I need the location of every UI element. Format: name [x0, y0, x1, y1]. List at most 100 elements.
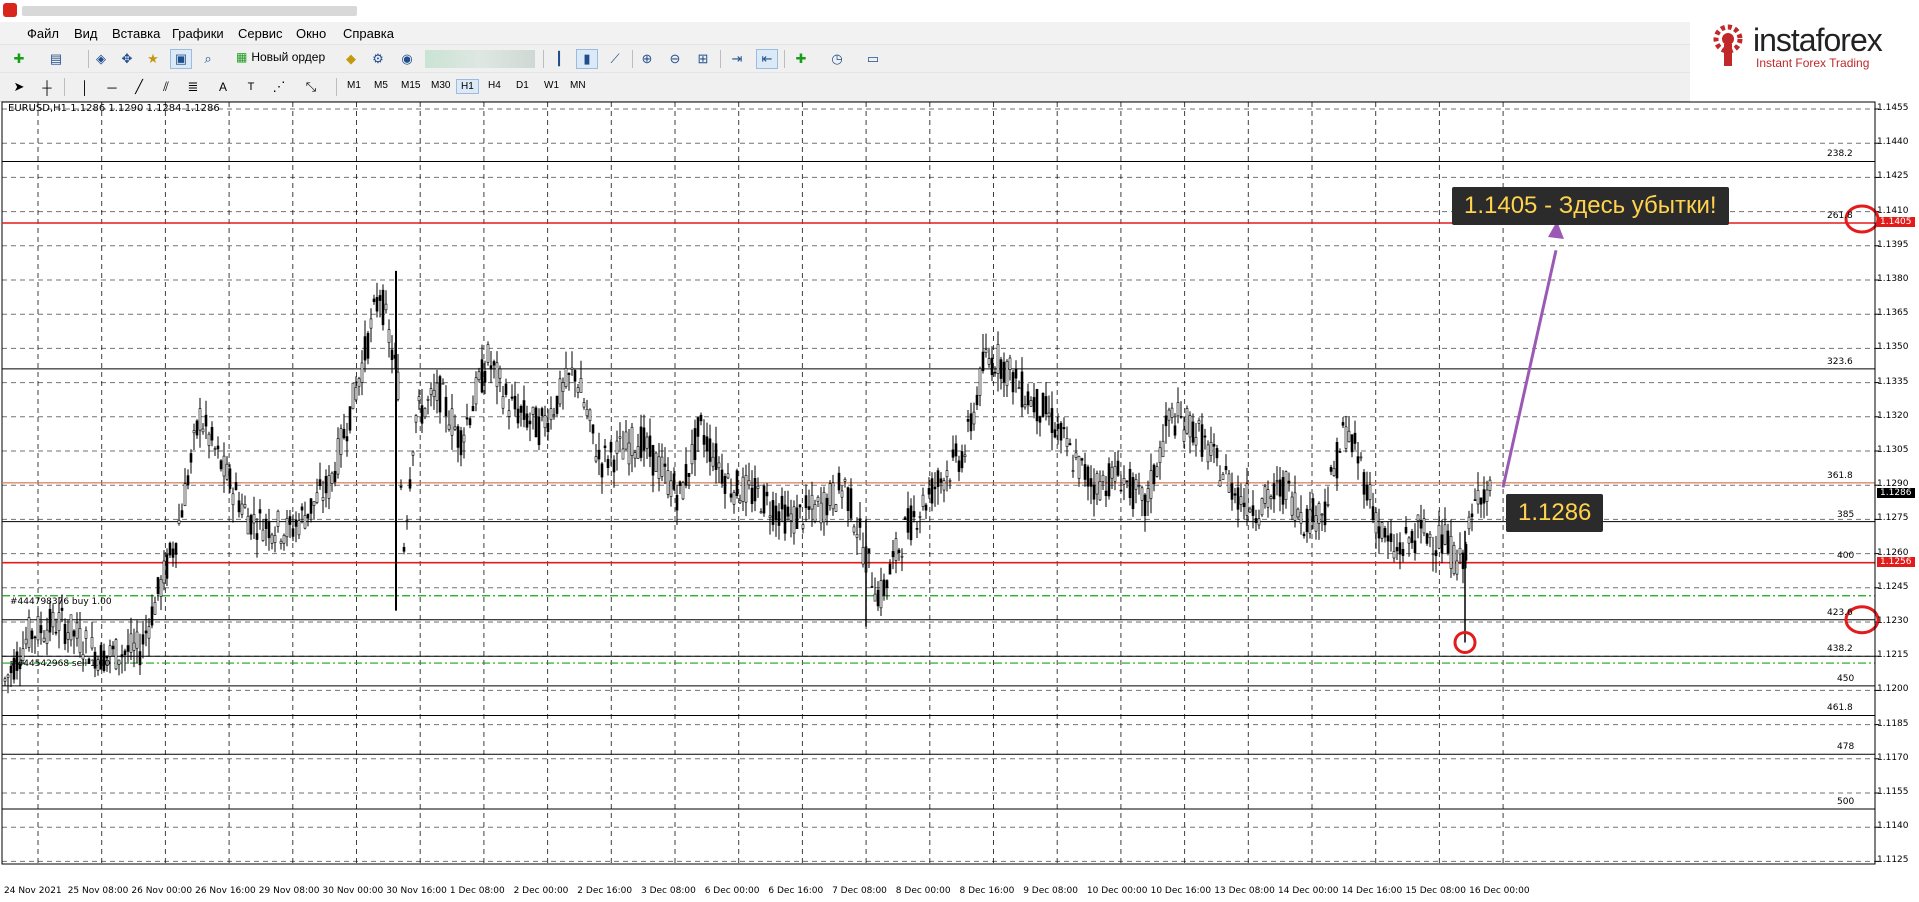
- candle-body: [1446, 530, 1450, 554]
- metaeditor-icon[interactable]: ⚙: [367, 49, 389, 69]
- candle-body: [1482, 489, 1486, 504]
- candle-body: [1437, 525, 1441, 549]
- horizontal-line-icon[interactable]: ─: [101, 77, 123, 97]
- candle-body: [1278, 479, 1282, 497]
- signal-icon[interactable]: ◉: [396, 49, 418, 69]
- menu-insert[interactable]: Вставка: [112, 26, 160, 41]
- candle-body: [906, 508, 910, 533]
- candle-body: [327, 475, 331, 499]
- candle-body: [1299, 512, 1303, 524]
- navigator-icon[interactable]: ✥: [116, 49, 138, 69]
- date-label: 3 Dec 08:00: [641, 886, 696, 896]
- tf-m15[interactable]: M15: [397, 79, 424, 92]
- candle-body: [144, 630, 148, 634]
- candle-body: [1218, 480, 1222, 487]
- indicators-icon[interactable]: ✚: [790, 49, 812, 69]
- candle-body: [1263, 486, 1267, 504]
- fibo-level-label: 423.6: [1827, 607, 1853, 618]
- templates-icon[interactable]: ▭: [862, 49, 884, 69]
- favorites-icon[interactable]: ★: [142, 49, 164, 69]
- cursor-icon[interactable]: ➤: [8, 77, 30, 97]
- menu-charts[interactable]: Графики: [172, 26, 224, 41]
- candle-body: [174, 543, 178, 555]
- periods-icon[interactable]: ◷: [826, 49, 848, 69]
- candle-body: [147, 626, 151, 639]
- candle-body: [786, 506, 790, 517]
- menu-view[interactable]: Вид: [74, 26, 98, 41]
- candle-body: [441, 382, 445, 385]
- candle-body: [711, 456, 715, 467]
- candle-body: [186, 475, 190, 486]
- date-label: 13 Dec 08:00: [1214, 886, 1275, 896]
- bar-chart-icon[interactable]: ┃: [548, 49, 570, 69]
- candle-body: [222, 455, 226, 477]
- line-chart-icon[interactable]: ⟋: [604, 49, 626, 69]
- strategy-tester-icon[interactable]: ⌕: [197, 49, 219, 69]
- text-icon[interactable]: A: [212, 77, 234, 97]
- tf-mn[interactable]: MN: [566, 79, 590, 92]
- candle-body: [807, 506, 811, 510]
- crosshair-icon[interactable]: ┼: [36, 77, 58, 97]
- menu-help[interactable]: Справка: [343, 26, 394, 41]
- candle-body: [75, 622, 79, 639]
- zoom-out-icon[interactable]: ⊖: [664, 49, 686, 69]
- candle-body: [768, 515, 772, 518]
- candle-body: [1149, 470, 1153, 499]
- candle-body: [336, 438, 340, 475]
- tf-d1[interactable]: D1: [512, 79, 533, 92]
- price-axis-label: 1.1125: [1877, 855, 1909, 866]
- candle-body: [1356, 456, 1360, 464]
- candle-body: [561, 382, 565, 392]
- candle-body: [738, 500, 742, 504]
- menu-file[interactable]: Файл: [27, 26, 59, 41]
- tf-m5[interactable]: M5: [370, 79, 392, 92]
- new-chart-icon[interactable]: ✚: [8, 49, 30, 69]
- candle-body: [1053, 429, 1057, 438]
- candle-body: [219, 460, 223, 470]
- date-label: 29 Nov 08:00: [258, 886, 320, 896]
- candle-body: [1146, 488, 1150, 503]
- candle-body: [1239, 496, 1243, 505]
- profiles-icon[interactable]: ▤: [45, 49, 67, 69]
- zoom-in-icon[interactable]: ⊕: [636, 49, 658, 69]
- chart-shift-icon[interactable]: ⇤: [756, 49, 778, 69]
- menu-tools[interactable]: Сервис: [238, 26, 283, 41]
- candle-body: [39, 625, 43, 634]
- candle-body: [909, 505, 913, 541]
- candle-body: [1359, 456, 1363, 459]
- candle-body: [1113, 466, 1117, 482]
- candlestick-chart-icon[interactable]: ▮: [576, 49, 598, 69]
- autotrading-icon[interactable]: ◆: [340, 49, 362, 69]
- candle-body: [60, 607, 64, 611]
- trendline-icon[interactable]: ╱: [128, 77, 150, 97]
- tf-w1[interactable]: W1: [540, 79, 563, 92]
- candle-body: [858, 518, 862, 528]
- fibo-icon[interactable]: ≣: [182, 77, 204, 97]
- vertical-line-icon[interactable]: │: [74, 77, 96, 97]
- candle-body: [540, 408, 544, 416]
- candle-body: [993, 371, 997, 374]
- price-axis-label: 1.1320: [1877, 410, 1909, 421]
- auto-scroll-icon[interactable]: ⇥: [726, 49, 748, 69]
- tf-h1[interactable]: H1: [456, 79, 479, 94]
- data-window-icon[interactable]: ▣: [170, 49, 192, 69]
- tile-windows-icon[interactable]: ⊞: [692, 49, 714, 69]
- candle-body: [951, 449, 955, 458]
- arrows-icon[interactable]: ⤡: [300, 77, 322, 97]
- candle-body: [804, 495, 808, 509]
- text-label-icon[interactable]: T: [240, 77, 262, 97]
- equidistant-channel-icon[interactable]: ⫽: [155, 77, 177, 97]
- candle-body: [1131, 477, 1135, 510]
- new-order-button[interactable]: ▦ Новый ордер: [236, 50, 325, 64]
- market-watch-icon[interactable]: ◈: [90, 49, 112, 69]
- candle-body: [1197, 420, 1201, 424]
- window-title-blurred: [22, 6, 357, 16]
- candle-body: [237, 500, 241, 513]
- gann-icon[interactable]: ⋰: [268, 77, 290, 97]
- tf-h4[interactable]: H4: [484, 79, 505, 92]
- tf-m30[interactable]: M30: [427, 79, 454, 92]
- candle-body: [108, 645, 112, 657]
- tf-m1[interactable]: M1: [343, 79, 365, 92]
- menu-window[interactable]: Окно: [296, 26, 326, 41]
- candle-body: [1371, 506, 1375, 521]
